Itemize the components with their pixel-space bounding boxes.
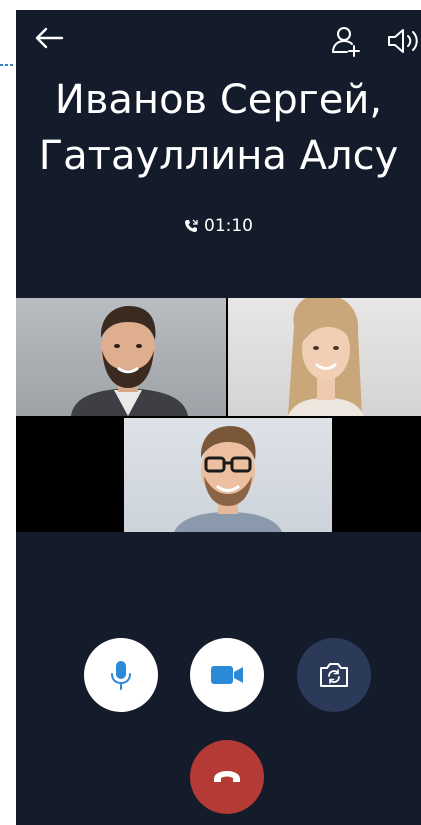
add-participant-button[interactable] — [330, 24, 364, 58]
arrow-left-icon — [35, 27, 64, 49]
call-duration: 01:10 — [204, 216, 253, 236]
call-participants-title: Иванов Сергей, Гатауллина Алсу — [16, 72, 421, 184]
add-user-icon — [332, 27, 360, 57]
call-timer-icon — [185, 219, 198, 232]
speaker-icon — [388, 29, 418, 53]
hangup-button[interactable] — [190, 740, 264, 814]
participant-video-2 — [288, 298, 364, 416]
camera-button[interactable] — [190, 638, 264, 712]
video-tile-3[interactable] — [124, 418, 332, 532]
top-bar — [16, 10, 421, 68]
microphone-icon — [111, 661, 131, 690]
dotted-edge-line — [0, 64, 14, 66]
flip-camera-icon — [320, 663, 348, 687]
participant-video-3 — [174, 426, 282, 532]
call-controls — [16, 630, 421, 712]
video-tile-1[interactable] — [16, 298, 226, 416]
title-line-2: Гатауллина Алсу — [38, 133, 399, 179]
video-grid — [16, 298, 421, 532]
title-line-1: Иванов Сергей, — [54, 77, 383, 123]
video-call-screen: Иванов Сергей, Гатауллина Алсу 01:10 — [16, 10, 421, 825]
video-tile-2[interactable] — [228, 298, 421, 416]
call-timer: 01:10 — [16, 216, 421, 236]
speaker-button[interactable] — [386, 24, 420, 58]
back-button[interactable] — [32, 24, 66, 52]
participant-video-1 — [71, 306, 188, 416]
hangup-icon — [214, 771, 240, 782]
microphone-button[interactable] — [84, 638, 158, 712]
flip-camera-button[interactable] — [297, 638, 371, 712]
video-camera-icon — [211, 666, 243, 684]
